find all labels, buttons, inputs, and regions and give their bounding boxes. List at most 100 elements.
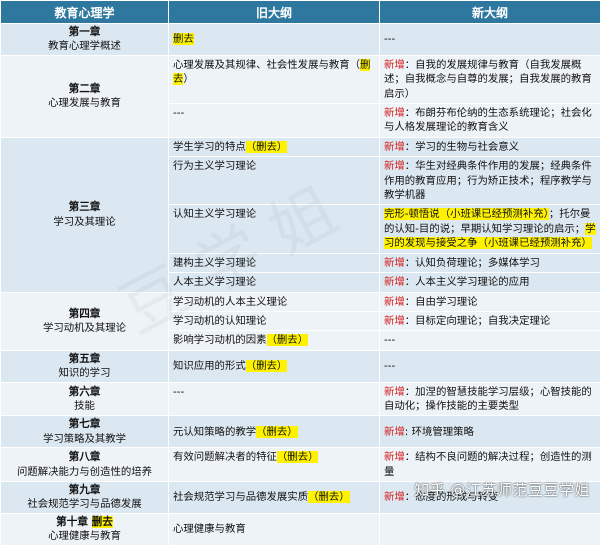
chapter-5-cell: 第五章 知识的学习 xyxy=(1,350,169,382)
old-item-text: 影响学习动机的因素 xyxy=(173,334,267,346)
new-item-text: ：布朗芬布伦纳的生态系统理论；社会化与人格发展理论的教育含义 xyxy=(384,107,592,133)
deleted-tag: 删去 xyxy=(173,33,194,45)
chapter-1-new: --- xyxy=(380,24,600,56)
chapter-4-new-1: 新增：自由学习理论 xyxy=(380,292,600,311)
chapter-8-cell: 第八章 问题解决能力与创造性的培养 xyxy=(1,448,169,482)
new-item-text: ：结构不良问题的解决过程；创造性的测量 xyxy=(384,451,592,477)
new-item-text: ：自由学习理论 xyxy=(405,296,478,308)
chapter-3-new-2: 新增：华生对经典条件作用的发展；经典条件作用的教育应用；行为矫正技术；程序教学与… xyxy=(380,157,600,205)
deleted-tag: （删去） xyxy=(277,451,319,463)
chapter-3-old-1: 学生学习的特点（删去） xyxy=(169,137,380,156)
chapter-10-row: 第十章 删去 心理健康与教育 心理健康与教育 xyxy=(1,513,600,545)
chapter-10-new xyxy=(380,513,600,545)
new-tag: 新增 xyxy=(384,386,405,398)
chapter-3-number: 第三章 xyxy=(3,200,166,214)
old-item-text: 知识应用的形式 xyxy=(173,360,246,372)
new-item-text: ：人本主义学习理论的应用 xyxy=(405,276,530,288)
chapter-3-new-3: 完形-顿悟说（小班课已经预测补充）；托尔曼的认知-目的说；早期认知学习理论的启示… xyxy=(380,205,600,253)
syllabus-comparison-table: 教育心理学 旧大纲 新大纲 第一章 教育心理学概述 删去 --- 第二章 心理发… xyxy=(0,0,600,546)
watermark-text: 知乎 @江苏师范豆豆学姐 xyxy=(414,479,590,500)
new-item-text: ：学习的生物与社会意义 xyxy=(405,141,519,153)
new-item-text: : 环境管理策略 xyxy=(405,426,474,438)
chapter-7-new: 新增: 环境管理策略 xyxy=(380,416,600,448)
new-tag: 新增 xyxy=(384,141,405,153)
chapter-3-new-1: 新增：学习的生物与社会意义 xyxy=(380,137,600,156)
old-item-text: 元认知策略的教学 xyxy=(173,426,256,438)
chapter-2-title: 心理发展与教育 xyxy=(3,96,166,110)
header-old-syllabus: 旧大纲 xyxy=(169,1,380,24)
chapter-8-number: 第八章 xyxy=(3,450,166,464)
chapter-2-number: 第二章 xyxy=(3,82,166,96)
chapter-6-row: 第六章 技能 --- 新增：加涅的智慧技能学习层级；心智技能的自动化；操作技能的… xyxy=(1,382,600,416)
deleted-tag: 删去 xyxy=(92,516,113,528)
chapter-8-title: 问题解决能力与创造性的培养 xyxy=(3,465,166,479)
chapter-8-old: 有效问题解决者的特征（删去） xyxy=(169,448,380,482)
chapter-6-old: --- xyxy=(169,382,380,416)
new-tag: 新增 xyxy=(384,59,405,71)
chapter-8-row: 第八章 问题解决能力与创造性的培养 有效问题解决者的特征（删去） 新增：结构不良… xyxy=(1,448,600,482)
new-tag: 新增 xyxy=(384,451,405,463)
new-tag: 新增 xyxy=(384,160,405,172)
chapter-10-number-line: 第十章 删去 xyxy=(3,515,166,529)
chapter-2-old-1: 心理发展及其规律、社会性发展与教育（删去） xyxy=(169,55,380,103)
chapter-2-new-2: 新增：布朗芬布伦纳的生态系统理论；社会化与人格发展理论的教育含义 xyxy=(380,104,600,138)
new-item-text: ：认知负荷理论；多媒体学习 xyxy=(405,257,540,269)
deleted-tag: （删去） xyxy=(246,360,288,372)
new-item-text: ：自我的发展规律与教育（自我发展概述；自我概念与自尊的发展；自我发展的教育启示） xyxy=(384,59,592,100)
deleted-tag: （删去） xyxy=(256,426,298,438)
chapter-2-old-2: --- xyxy=(169,104,380,138)
chapter-10-cell: 第十章 删去 心理健康与教育 xyxy=(1,513,169,545)
chapter-2-row-1: 第二章 心理发展与教育 心理发展及其规律、社会性发展与教育（删去） 新增：自我的… xyxy=(1,55,600,103)
chapter-6-title: 技能 xyxy=(3,399,166,413)
chapter-3-title: 学习及其理论 xyxy=(3,215,166,229)
new-tag: 新增 xyxy=(384,426,405,438)
chapter-2-new-1: 新增：自我的发展规律与教育（自我发展概述；自我概念与自尊的发展；自我发展的教育启… xyxy=(380,55,600,103)
chapter-6-cell: 第六章 技能 xyxy=(1,382,169,416)
chapter-5-number: 第五章 xyxy=(3,352,166,366)
chapter-4-row-1: 第四章 学习动机及其理论 学习动机的人本主义理论 新增：自由学习理论 xyxy=(1,292,600,311)
new-tag: 新增 xyxy=(384,257,405,269)
chapter-5-old: 知识应用的形式（删去） xyxy=(169,350,380,382)
old-item-text: 心理发展及其规律、社会性发展与教育 xyxy=(173,59,350,71)
chapter-6-number: 第六章 xyxy=(3,385,166,399)
chapter-1-title: 教育心理学概述 xyxy=(3,39,166,53)
chapter-1-row: 第一章 教育心理学概述 删去 --- xyxy=(1,24,600,56)
deleted-tag: （删去） xyxy=(308,491,350,503)
highlighted-text: 完形-顿悟说（小班课已经预测补充） xyxy=(384,208,549,220)
old-item-text: 社会规范学习与品德发展实质 xyxy=(173,491,308,503)
chapter-9-title: 社会规范学习与品德发展 xyxy=(3,497,166,511)
chapter-7-cell: 第七章 学习策略及其教学 xyxy=(1,416,169,448)
header-subject: 教育心理学 xyxy=(1,1,169,24)
new-item-text: ：华生对经典条件作用的发展；经典条件作用的教育应用；行为矫正技术；程序教学与教学… xyxy=(384,160,592,201)
chapter-5-row: 第五章 知识的学习 知识应用的形式（删去） --- xyxy=(1,350,600,382)
new-item-text: ：目标定向理论；自我决定理论 xyxy=(405,315,550,327)
chapter-3-row-1: 第三章 学习及其理论 学生学习的特点（删去） 新增：学习的生物与社会意义 xyxy=(1,137,600,156)
chapter-9-number: 第九章 xyxy=(3,483,166,497)
chapter-10-title: 心理健康与教育 xyxy=(3,529,166,543)
chapter-4-old-3: 影响学习动机的因素（删去） xyxy=(169,331,380,350)
chapter-5-title: 知识的学习 xyxy=(3,366,166,380)
chapter-7-row: 第七章 学习策略及其教学 元认知策略的教学（删去） 新增: 环境管理策略 xyxy=(1,416,600,448)
chapter-4-new-2: 新增：目标定向理论；自我决定理论 xyxy=(380,311,600,330)
chapter-9-cell: 第九章 社会规范学习与品德发展 xyxy=(1,481,169,513)
deleted-tag: （删去） xyxy=(246,141,288,153)
header-new-syllabus: 新大纲 xyxy=(380,1,600,24)
deleted-tag: （删去） xyxy=(267,334,309,346)
chapter-4-new-3: --- xyxy=(380,331,600,350)
chapter-1-cell: 第一章 教育心理学概述 xyxy=(1,24,169,56)
new-tag: 新增 xyxy=(384,107,405,119)
header-row: 教育心理学 旧大纲 新大纲 xyxy=(1,1,600,24)
old-item-text: 学生学习的特点 xyxy=(173,141,246,153)
chapter-1-old: 删去 xyxy=(169,24,380,56)
chapter-7-title: 学习策略及其教学 xyxy=(3,432,166,446)
chapter-5-new: --- xyxy=(380,350,600,382)
new-tag: 新增 xyxy=(384,491,405,503)
chapter-2-cell: 第二章 心理发展与教育 xyxy=(1,55,169,137)
chapter-9-old: 社会规范学习与品德发展实质（删去） xyxy=(169,481,380,513)
chapter-1-number: 第一章 xyxy=(3,25,166,39)
chapter-8-new: 新增：结构不良问题的解决过程；创造性的测量 xyxy=(380,448,600,482)
new-tag: 新增 xyxy=(384,296,405,308)
chapter-10-old: 心理健康与教育 xyxy=(169,513,380,545)
chapter-6-new: 新增：加涅的智慧技能学习层级；心智技能的自动化；操作技能的主要类型 xyxy=(380,382,600,416)
chapter-7-number: 第七章 xyxy=(3,417,166,431)
